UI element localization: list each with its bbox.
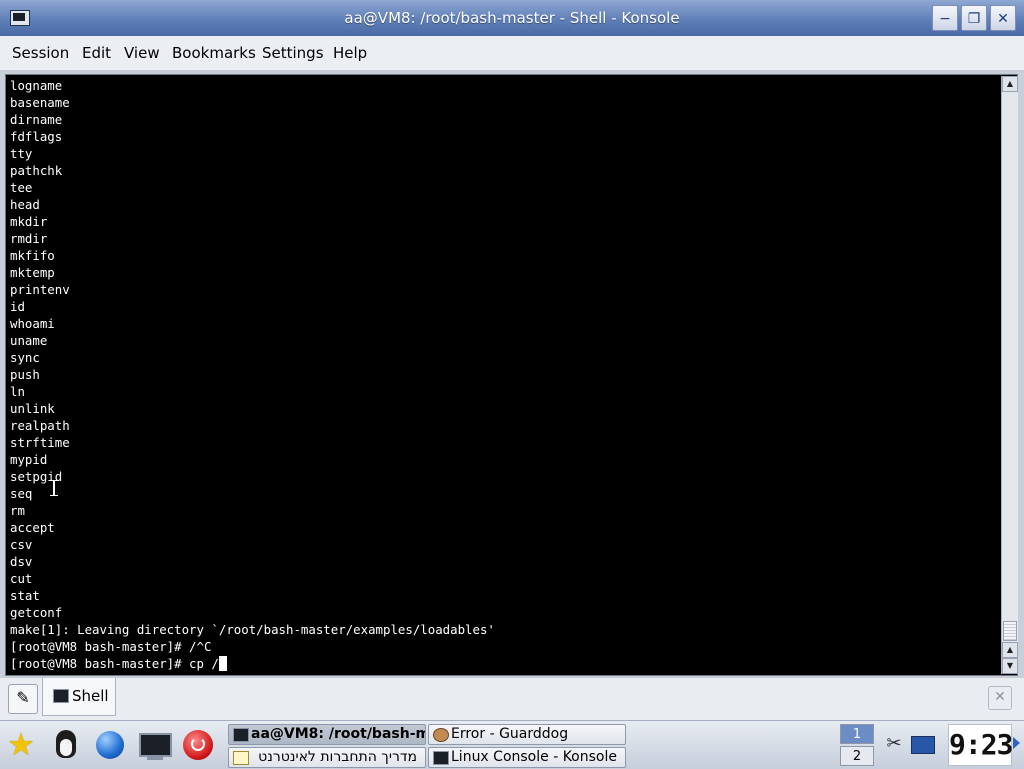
- terminal-line: setpgid: [10, 469, 63, 484]
- terminal-output[interactable]: logname basename dirname fdflags tty pathchk t…: [10, 77, 995, 672]
- system-tray: ✂: [880, 730, 942, 760]
- desktop-1-button[interactable]: 1: [840, 724, 874, 744]
- menu-help[interactable]: Help: [333, 44, 367, 62]
- terminal-line: csv: [10, 537, 33, 552]
- scroll-down-arrow-icon[interactable]: ▼: [1002, 658, 1018, 674]
- minimize-button[interactable]: −: [932, 5, 958, 31]
- session-tab-bar: ✎ Shell ✕: [0, 677, 1024, 720]
- terminal-line: fdflags: [10, 129, 63, 144]
- task-label: Linux Console - Konsole: [451, 749, 617, 765]
- desktop-pager: 1 2: [840, 723, 876, 767]
- terminal-line: unlink: [10, 401, 55, 416]
- terminal-icon: [433, 751, 449, 765]
- task-linux-console[interactable]: Linux Console - Konsole: [428, 747, 626, 768]
- terminal-icon[interactable]: [137, 728, 172, 762]
- task-label: aa@VM8: /root/bash-master: [251, 726, 425, 742]
- terminal-line: [root@VM8 bash-master]# /^C: [10, 639, 212, 654]
- network-tool-icon[interactable]: ✂: [882, 732, 906, 756]
- terminal-line: head: [10, 197, 40, 212]
- clock[interactable]: 9:23: [948, 724, 1013, 766]
- display-monitor-icon[interactable]: [911, 736, 935, 754]
- terminal-line: strftime: [10, 435, 70, 450]
- kde-taskbar: ★ aa@VM8: /root/bash-master Error - Guar…: [0, 720, 1024, 769]
- terminal-line: mkfifo: [10, 248, 55, 263]
- menu-session[interactable]: Session: [12, 44, 69, 62]
- terminal-line: printenv: [10, 282, 70, 297]
- terminal-line: mkdir: [10, 214, 48, 229]
- terminal-line: mypid: [10, 452, 48, 467]
- terminal-line: sync: [10, 350, 40, 365]
- scrollbar-thumb[interactable]: [1003, 621, 1017, 641]
- tab-shell[interactable]: Shell: [42, 678, 116, 716]
- terminal-line: basename: [10, 95, 70, 110]
- terminal-line: cut: [10, 571, 33, 586]
- terminal-icon: [53, 689, 69, 703]
- tux-icon[interactable]: [48, 728, 82, 762]
- terminal-line: tty: [10, 146, 33, 161]
- menu-edit[interactable]: Edit: [82, 44, 111, 62]
- tab-shell-label: Shell: [72, 687, 109, 705]
- terminal-line: push: [10, 367, 40, 382]
- menu-settings[interactable]: Settings: [262, 44, 324, 62]
- terminal-line: rm: [10, 503, 25, 518]
- task-internet-guide[interactable]: מדריך התחברות לאינטרנט: [228, 747, 426, 768]
- menu-bar: Session Edit View Bookmarks Settings Hel…: [0, 36, 1024, 71]
- close-button[interactable]: ✕: [990, 5, 1016, 31]
- close-tab-icon[interactable]: ✕: [988, 686, 1012, 710]
- desktop-2-button[interactable]: 2: [840, 746, 874, 766]
- window-titlebar[interactable]: aa@VM8: /root/bash-master - Shell - Kons…: [0, 0, 1024, 36]
- terminal-line: make[1]: Leaving directory `/root/bash-m…: [10, 622, 495, 637]
- panel-expand-arrow-icon[interactable]: [1013, 737, 1020, 749]
- menu-bookmarks[interactable]: Bookmarks: [172, 44, 256, 62]
- text-cursor: [218, 656, 227, 671]
- task-label: מדריך התחברות לאינטרנט: [258, 749, 417, 765]
- terminal-line: tee: [10, 180, 33, 195]
- browser-globe-icon[interactable]: [93, 728, 127, 762]
- terminal-line: realpath: [10, 418, 70, 433]
- terminal-icon: [233, 728, 249, 742]
- maximize-button[interactable]: ❐: [961, 5, 987, 31]
- terminal-line: stat: [10, 588, 40, 603]
- terminal-view[interactable]: logname basename dirname fdflags tty pathchk t…: [5, 74, 1018, 676]
- mouse-ibeam-cursor: [50, 480, 58, 496]
- task-guarddog[interactable]: Error - Guarddog: [428, 724, 626, 745]
- logout-icon[interactable]: [181, 728, 215, 762]
- terminal-scrollbar[interactable]: ▲ ▲ ▼: [1001, 76, 1018, 674]
- terminal-line: accept: [10, 520, 55, 535]
- terminal-line: dirname: [10, 112, 63, 127]
- terminal-line: whoami: [10, 316, 55, 331]
- terminal-line: [root@VM8 bash-master]# cp /: [10, 655, 995, 672]
- terminal-line: uname: [10, 333, 48, 348]
- task-label: Error - Guarddog: [451, 726, 569, 742]
- document-icon: [233, 751, 249, 765]
- terminal-line: ln: [10, 384, 25, 399]
- terminal-line: seq: [10, 486, 33, 501]
- terminal-line: pathchk: [10, 163, 63, 178]
- guarddog-icon: [433, 728, 449, 742]
- terminal-line: rmdir: [10, 231, 48, 246]
- new-session-icon[interactable]: ✎: [8, 684, 38, 714]
- scroll-up-arrow-icon[interactable]: ▲: [1002, 76, 1018, 92]
- kmenu-star-icon[interactable]: ★: [4, 728, 38, 762]
- scroll-up-arrow-icon[interactable]: ▲: [1002, 642, 1018, 658]
- menu-view[interactable]: View: [124, 44, 160, 62]
- terminal-line: id: [10, 299, 25, 314]
- terminal-line: getconf: [10, 605, 63, 620]
- terminal-line: mktemp: [10, 265, 55, 280]
- task-konsole-bash[interactable]: aa@VM8: /root/bash-master: [228, 724, 426, 745]
- terminal-line: logname: [10, 78, 63, 93]
- terminal-line: dsv: [10, 554, 33, 569]
- window-title: aa@VM8: /root/bash-master - Shell - Kons…: [344, 9, 680, 27]
